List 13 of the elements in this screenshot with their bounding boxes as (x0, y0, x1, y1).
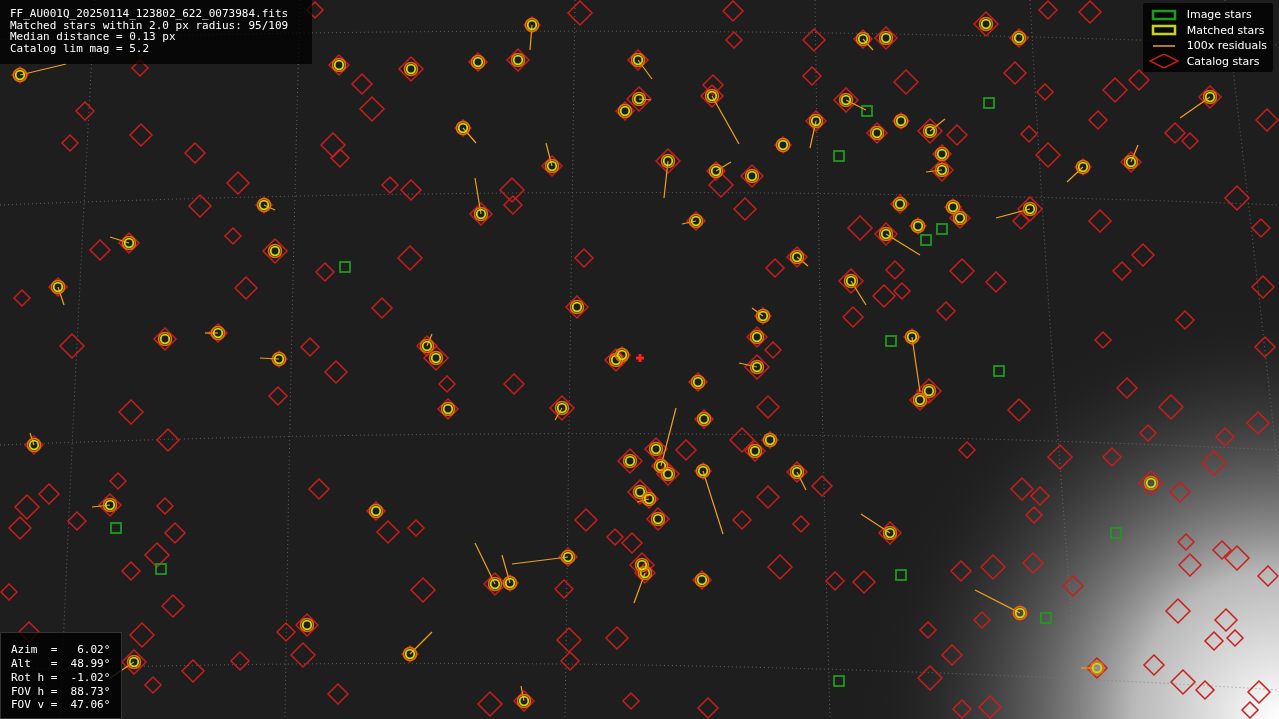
info-text: Median distance = 0.13 px (10, 31, 176, 43)
legend-label: Image stars (1186, 8, 1252, 22)
pointing-text: FOV h = 88.73° (11, 684, 111, 699)
info-text: Matched stars within 2.0 px radius: 95/109 (10, 19, 290, 31)
pointing-text: Alt = 48.99° (11, 657, 111, 671)
pointing-text: FOV v = 47.06° (11, 698, 111, 712)
legend-label: 100x residuals (1186, 39, 1267, 53)
pointing-text: Rot h = -1.02° (11, 670, 111, 685)
info-text: Catalog lim mag = 5.2 (10, 42, 151, 54)
legend-label: Matched stars (1186, 23, 1265, 37)
legend-label: Catalog stars (1186, 54, 1260, 68)
pointing-text: Azim = 6.02° (11, 643, 111, 658)
info-text: FF_AU001Q_20250114_123802_622_0073984.fits (10, 8, 290, 20)
